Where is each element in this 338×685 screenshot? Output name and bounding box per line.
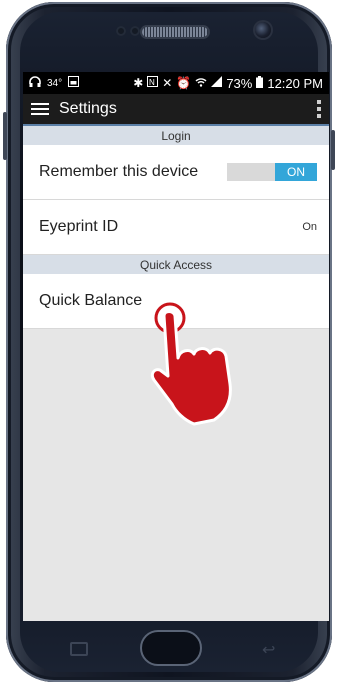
front-camera	[255, 22, 271, 38]
menu-icon[interactable]	[31, 103, 49, 115]
headphones-icon	[29, 75, 41, 91]
eyeprint-label: Eyeprint ID	[39, 218, 119, 235]
back-button[interactable]: ↩	[262, 640, 275, 660]
tap-hand-icon	[150, 302, 232, 426]
earpiece-speaker	[142, 27, 208, 37]
signal-icon	[211, 76, 223, 90]
section-header-login: Login	[23, 124, 329, 145]
clock: 12:20 PM	[267, 75, 323, 91]
svg-text:N: N	[149, 78, 155, 87]
volume-button	[3, 112, 7, 160]
temperature-readout: 34°	[47, 77, 63, 89]
nfc-icon: N	[147, 76, 159, 90]
gallery-icon	[68, 76, 80, 90]
bluetooth-icon: ✱	[133, 76, 144, 90]
power-button	[331, 130, 335, 170]
status-bar: 34° ✱ N ✕ ⏰ 73% 12:20 PM	[23, 72, 329, 94]
toggle-on-label: ON	[275, 163, 317, 181]
eyeprint-status: On	[302, 221, 317, 233]
battery-icon	[256, 75, 264, 91]
overflow-menu-icon[interactable]	[317, 100, 321, 118]
remember-device-row: Remember this device ON	[23, 145, 329, 200]
light-sensor	[130, 26, 140, 36]
toggle-off-track	[227, 163, 275, 181]
remember-device-label: Remember this device	[39, 163, 199, 180]
proximity-sensor	[116, 26, 126, 36]
recent-apps-button[interactable]	[70, 642, 88, 656]
remember-device-toggle[interactable]: ON	[227, 163, 317, 181]
quick-balance-label: Quick Balance	[39, 292, 143, 309]
app-bar: Settings	[23, 94, 329, 124]
mute-icon: ✕	[162, 76, 173, 90]
section-header-quick-access: Quick Access	[23, 255, 329, 274]
page-title: Settings	[59, 100, 117, 117]
wifi-icon	[195, 76, 207, 90]
alarm-icon: ⏰	[176, 76, 192, 90]
eyeprint-row[interactable]: Eyeprint ID On	[23, 200, 329, 255]
home-button[interactable]	[140, 630, 202, 666]
battery-percent: 73%	[226, 75, 253, 91]
